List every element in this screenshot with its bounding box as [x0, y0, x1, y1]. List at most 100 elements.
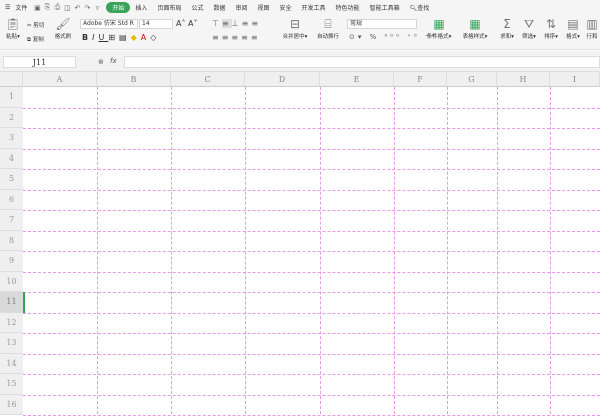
- tab-formulas[interactable]: 公式: [186, 3, 208, 12]
- file-menu[interactable]: 文件: [15, 3, 32, 12]
- redo-icon[interactable]: ↷: [82, 4, 92, 12]
- cut-button[interactable]: ✂ 剪切: [27, 21, 44, 29]
- row-header[interactable]: 10: [0, 271, 23, 292]
- column-header[interactable]: A: [23, 72, 97, 87]
- wrap-text-button[interactable]: ⌸ 自动换行: [313, 17, 343, 40]
- fx-icon[interactable]: fx: [110, 57, 117, 65]
- tab-home[interactable]: 开始: [106, 2, 131, 13]
- row-header[interactable]: 16: [0, 394, 23, 415]
- row-col-button[interactable]: ▥ 行和: [584, 17, 600, 40]
- search-button[interactable]: 🔍︎查找: [405, 3, 435, 12]
- column-header[interactable]: B: [97, 72, 171, 87]
- row-header[interactable]: 1: [0, 87, 23, 108]
- hamburger-icon[interactable]: ☰: [0, 4, 15, 11]
- row-header[interactable]: 5: [0, 169, 23, 190]
- row-header[interactable]: 4: [0, 148, 23, 169]
- row-header[interactable]: 3: [0, 128, 23, 149]
- column-header[interactable]: F: [394, 72, 447, 87]
- tab-features[interactable]: 特色功能: [331, 3, 365, 12]
- row-gridline: [23, 292, 600, 293]
- column-header[interactable]: G: [447, 72, 497, 87]
- tab-insert[interactable]: 插入: [130, 3, 152, 12]
- column-header[interactable]: H: [497, 72, 550, 87]
- tab-page-layout[interactable]: 页面布局: [152, 3, 186, 12]
- font-size-select[interactable]: 14: [139, 19, 173, 29]
- name-box[interactable]: J11: [3, 56, 76, 68]
- zoom-icon[interactable]: ⊕: [98, 58, 104, 66]
- tab-data[interactable]: 数据: [208, 3, 230, 12]
- row-gridline: [23, 210, 600, 211]
- row-gridline: [23, 374, 600, 375]
- sigma-icon: Σ: [503, 17, 511, 31]
- sort-icon: ⇅: [545, 17, 557, 31]
- export-icon[interactable]: ⎘: [42, 3, 52, 12]
- row-header[interactable]: 7: [0, 210, 23, 231]
- number-format-select[interactable]: 常规: [347, 19, 417, 29]
- column-header[interactable]: C: [171, 72, 245, 87]
- sort-button[interactable]: ⇅ 排序▾: [541, 17, 561, 40]
- row-col-icon: ▥: [586, 17, 598, 31]
- row-gridline: [23, 189, 600, 191]
- font-style-buttons[interactable]: BIU⊞▤◆A◇: [82, 33, 160, 42]
- font-grow-icon[interactable]: A˄ A˅: [176, 19, 198, 28]
- underline-icon: U: [98, 33, 109, 42]
- undo-icon[interactable]: ↶: [72, 4, 82, 12]
- halign-buttons[interactable]: ≡≡≡≡≡: [212, 33, 261, 42]
- format-icon: ▤: [567, 17, 579, 31]
- cond-format-icon: ▦: [433, 17, 445, 31]
- copy-button[interactable]: ⧉ 复制: [27, 35, 44, 44]
- tab-view[interactable]: 视图: [253, 3, 275, 12]
- fill-icon: ▤: [119, 33, 131, 42]
- highlight-icon: ◆: [130, 33, 141, 42]
- filter-button[interactable]: ⛛ 筛选▾: [519, 17, 539, 40]
- row-header[interactable]: 13: [0, 333, 23, 354]
- tab-security[interactable]: 安全: [275, 3, 297, 12]
- select-all-corner[interactable]: [0, 72, 23, 87]
- table-style-icon: ▦: [469, 17, 481, 31]
- sum-button[interactable]: Σ 求和▾: [497, 17, 517, 40]
- row-gridline: [23, 230, 600, 232]
- font-color-icon: A: [140, 33, 151, 42]
- format-button[interactable]: ▤ 格式▾: [563, 17, 583, 40]
- column-header[interactable]: E: [320, 72, 394, 87]
- row-gridline: [23, 312, 600, 314]
- tab-review[interactable]: 审阅: [230, 3, 252, 12]
- row-header[interactable]: 9: [0, 251, 23, 272]
- tab-smart-tools[interactable]: 智能工具箱: [365, 3, 405, 12]
- paste-button[interactable]: 📋︎ 粘贴▾: [3, 17, 23, 40]
- row-gridline: [23, 128, 600, 129]
- font-select[interactable]: Adobe 仿宋 Std R: [80, 19, 138, 29]
- row-header[interactable]: 6: [0, 189, 23, 210]
- conditional-format-button[interactable]: ▦ 条件格式▾: [422, 17, 456, 40]
- menu-bar: ☰ 文件 ▣ ⎘ ⎙ ◫ ↶ ↷ ▿ 开始 插入 页面布局 公式 数据 审阅 视…: [0, 0, 600, 15]
- table-style-button[interactable]: ▦ 表格样式▾: [458, 17, 492, 40]
- row-header[interactable]: 8: [0, 230, 23, 251]
- row-gridline: [23, 107, 600, 109]
- row-gridline: [23, 353, 600, 355]
- wrap-icon: ⌸: [324, 17, 332, 31]
- preview-icon[interactable]: ◫: [62, 4, 72, 12]
- tab-developer[interactable]: 开发工具: [297, 3, 331, 12]
- row-gridline: [23, 271, 600, 273]
- bold-icon: B: [82, 33, 93, 42]
- row-header[interactable]: 15: [0, 374, 23, 395]
- row-header[interactable]: 14: [0, 353, 23, 374]
- column-header[interactable]: I: [550, 72, 600, 87]
- merge-center-button[interactable]: ⊟ 合并居中▾: [280, 17, 310, 40]
- row-header[interactable]: 12: [0, 312, 23, 333]
- clear-icon: ◇: [150, 33, 161, 42]
- clipboard-icon: 📋︎: [5, 17, 21, 31]
- row-header[interactable]: 11: [0, 292, 23, 313]
- formula-bar: J11 ⊕ fx: [0, 51, 600, 72]
- row-header[interactable]: 2: [0, 107, 23, 128]
- formula-input[interactable]: [124, 56, 600, 68]
- row-gridline: [23, 333, 600, 334]
- spreadsheet-grid[interactable]: A B C D E F G H I 1 2 3 4 5 6 7 8 9 10 11 12 13 14 15 16: [0, 72, 600, 416]
- customize-icon[interactable]: ▿: [92, 4, 102, 12]
- save-icon[interactable]: ▣: [32, 4, 42, 12]
- align-buttons[interactable]: ⊤≡⊥≡≡: [212, 19, 261, 28]
- column-header[interactable]: D: [245, 72, 320, 87]
- format-painter-button[interactable]: 🖌︎ 格式刷: [52, 17, 74, 40]
- row-gridline: [23, 148, 600, 150]
- print-icon[interactable]: ⎙: [52, 3, 62, 12]
